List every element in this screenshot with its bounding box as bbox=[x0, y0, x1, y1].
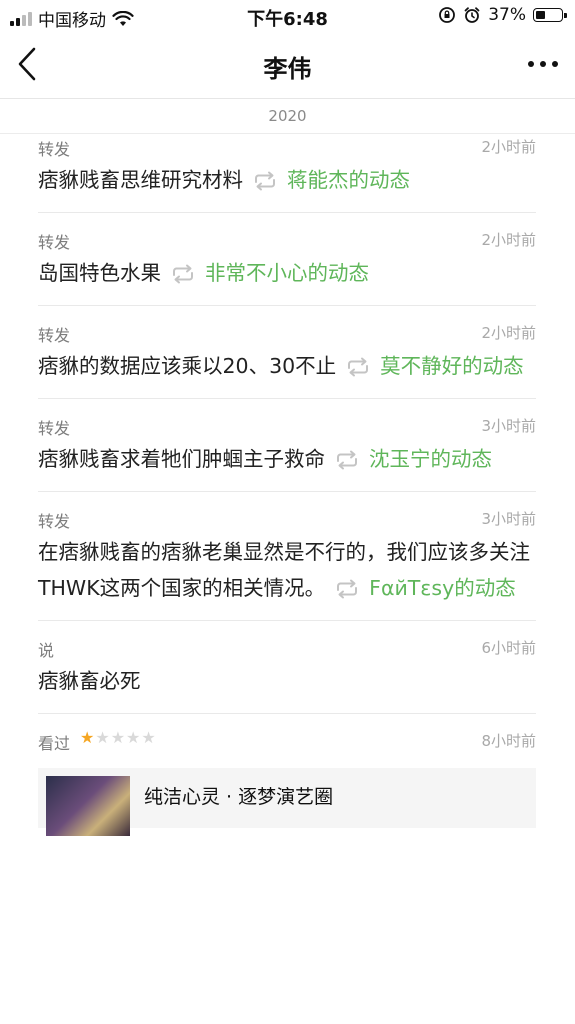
media-card[interactable]: 纯洁心灵 · 逐梦演艺圈 bbox=[38, 768, 536, 836]
feed-item-body: 痞貅贱畜求着牠们肿蝈主子救命 沈玉宁的动态 bbox=[38, 439, 536, 491]
battery-fill bbox=[536, 11, 545, 19]
more-button[interactable] bbox=[523, 44, 563, 84]
battery-cap bbox=[564, 13, 567, 18]
screen: 中国移动 下午6:48 37% 李伟 2020 转发 2小时前 痞貅贱畜思维研究… bbox=[0, 0, 575, 1024]
feed-item-time: 3小时前 bbox=[481, 510, 536, 528]
feed-item[interactable]: 说 6小时前 痞貅畜必死 bbox=[38, 621, 536, 714]
page-title: 李伟 bbox=[263, 55, 312, 83]
star-empty-icon: ★ bbox=[141, 728, 157, 747]
feed-item-type: 转发 bbox=[38, 512, 71, 531]
repost-icon bbox=[173, 264, 193, 284]
feed-item-body: 在痞貅贱畜的痞貅老巢显然是不行的，我们应该多关注THWK这两个国家的相关情况。 F… bbox=[38, 532, 536, 620]
activity-feed: 转发 2小时前 痞貅贱畜思维研究材料 蒋能杰的动态 转发 2小时前 岛国特色水果 非… bbox=[0, 134, 575, 836]
feed-item-time: 2小时前 bbox=[481, 324, 536, 342]
feed-item-time: 3小时前 bbox=[481, 417, 536, 435]
feed-item-text: 痞貅贱畜求着牠们肿蝈主子救命 bbox=[38, 447, 325, 471]
feed-item-type: 转发 bbox=[38, 326, 71, 345]
source-link[interactable]: 非常不小心的动态 bbox=[205, 261, 369, 285]
star-filled-icon: ★ bbox=[80, 728, 96, 747]
feed-item[interactable]: 转发 2小时前 岛国特色水果 非常不小心的动态 bbox=[38, 213, 536, 306]
source-link[interactable]: 蒋能杰的动态 bbox=[287, 168, 410, 192]
feed-item-type: 看过 bbox=[38, 734, 71, 753]
feed-item-header: 转发 3小时前 bbox=[38, 413, 536, 439]
feed-item-watched[interactable]: 看过 ★★★★★ 8小时前 纯洁心灵 · 逐梦演艺圈 bbox=[38, 714, 536, 836]
feed-item-type: 说 bbox=[38, 641, 55, 660]
star-empty-icon: ★ bbox=[95, 728, 111, 747]
feed-item-header: 转发 2小时前 bbox=[38, 227, 536, 253]
battery-icon bbox=[533, 8, 567, 22]
status-bar: 中国移动 下午6:48 37% bbox=[0, 0, 575, 32]
battery-percent: 37% bbox=[488, 5, 526, 25]
feed-item-header: 转发 2小时前 bbox=[38, 134, 536, 160]
repost-icon bbox=[255, 171, 275, 191]
feed-item-text: 痞貅的数据应该乘以20、30不止 bbox=[38, 354, 337, 378]
source-link[interactable]: FαйTεsy的动态 bbox=[369, 576, 516, 600]
source-link[interactable]: 沈玉宁的动态 bbox=[369, 447, 492, 471]
status-right: 37% bbox=[438, 5, 567, 25]
year-divider: 2020 bbox=[0, 99, 575, 134]
repost-icon bbox=[337, 450, 357, 470]
repost-icon bbox=[348, 357, 369, 377]
feed-item-type: 转发 bbox=[38, 419, 71, 438]
repost-icon bbox=[337, 579, 358, 599]
feed-item-time: 8小时前 bbox=[481, 732, 536, 750]
feed-item-header: 转发 3小时前 bbox=[38, 506, 536, 532]
feed-item-text: 痞貅畜必死 bbox=[38, 669, 141, 693]
feed-item-header: 说 6小时前 bbox=[38, 635, 536, 661]
feed-item-type: 转发 bbox=[38, 140, 71, 159]
media-thumbnail bbox=[46, 776, 130, 836]
feed-item[interactable]: 转发 2小时前 痞貅贱畜思维研究材料 蒋能杰的动态 bbox=[38, 134, 536, 213]
feed-item-header: 转发 2小时前 bbox=[38, 320, 536, 346]
source-link[interactable]: 莫不静好的动态 bbox=[380, 354, 524, 378]
feed-item-body: 痞貅的数据应该乘以20、30不止 莫不静好的动态 bbox=[38, 346, 536, 398]
feed-item-time: 6小时前 bbox=[481, 639, 536, 657]
feed-item-type: 转发 bbox=[38, 233, 71, 252]
feed-item-body: 痞貅畜必死 bbox=[38, 661, 536, 713]
feed-item-time: 2小时前 bbox=[481, 231, 536, 249]
star-empty-icon: ★ bbox=[110, 728, 127, 747]
lock-rotation-icon bbox=[439, 7, 456, 23]
star-empty-icon: ★ bbox=[126, 728, 142, 747]
feed-item-text: 岛国特色水果 bbox=[38, 261, 161, 285]
feed-item-header: 看过 ★★★★★ 8小时前 bbox=[38, 728, 536, 754]
feed-item[interactable]: 转发 3小时前 在痞貅贱畜的痞貅老巢显然是不行的，我们应该多关注THWK这两个国… bbox=[38, 492, 536, 621]
media-card-title: 纯洁心灵 · 逐梦演艺圈 bbox=[144, 786, 334, 808]
feed-item[interactable]: 转发 3小时前 痞貅贱畜求着牠们肿蝈主子救命 沈玉宁的动态 bbox=[38, 399, 536, 492]
feed-item-time: 2小时前 bbox=[481, 138, 536, 156]
navigation-bar: 李伟 bbox=[0, 32, 575, 99]
feed-item-body: 岛国特色水果 非常不小心的动态 bbox=[38, 253, 536, 305]
more-dots-icon bbox=[528, 61, 558, 67]
feed-item[interactable]: 转发 2小时前 痞貅的数据应该乘以20、30不止 莫不静好的动态 bbox=[38, 306, 536, 399]
feed-item-text: 痞貅贱畜思维研究材料 bbox=[38, 168, 243, 192]
rating-stars: ★★★★★ bbox=[80, 728, 157, 747]
feed-item-body: 痞貅贱畜思维研究材料 蒋能杰的动态 bbox=[38, 160, 536, 212]
alarm-icon bbox=[464, 7, 480, 23]
